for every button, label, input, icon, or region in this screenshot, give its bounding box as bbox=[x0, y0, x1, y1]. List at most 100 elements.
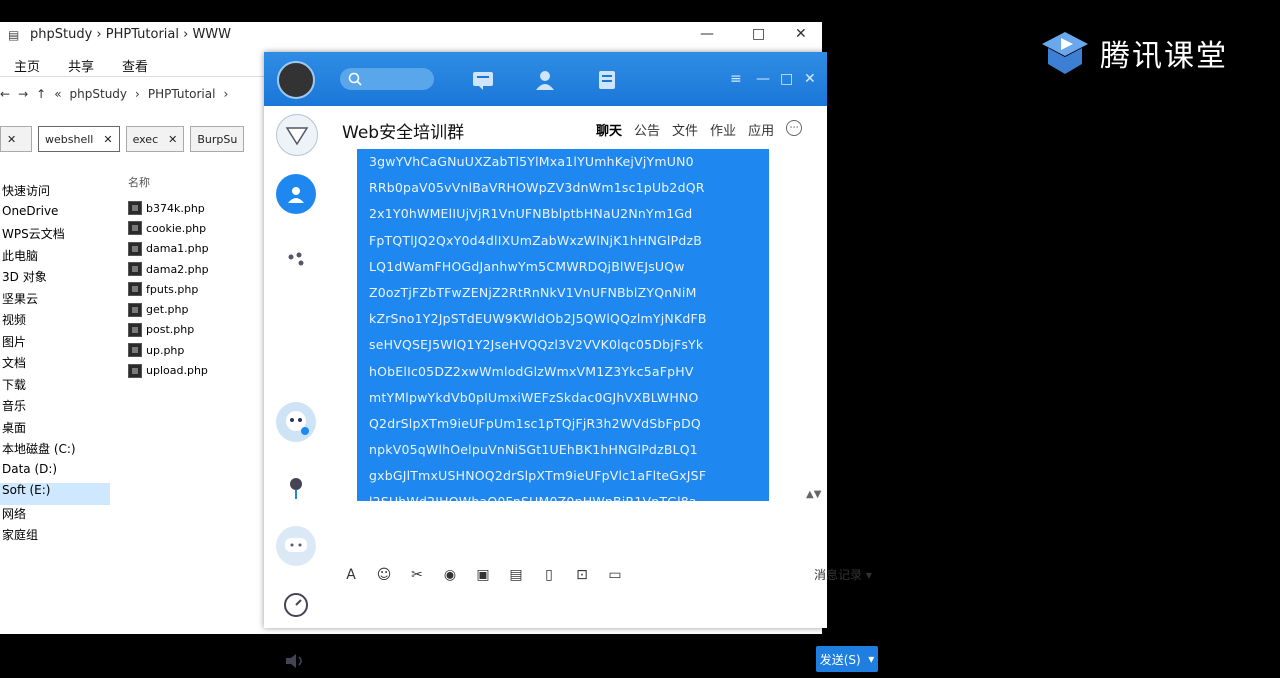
message-line: Q2drSlpXTm9ieUFpUm1sc1pTQjFjR3h2WVdSbFpD… bbox=[369, 415, 701, 431]
tab-partial[interactable]: ✕ bbox=[0, 126, 32, 152]
folder-image-icon[interactable]: ▤ bbox=[507, 566, 525, 584]
nav-item-3d-objects[interactable]: 3D 对象 bbox=[0, 268, 110, 290]
avatar-icon[interactable] bbox=[276, 402, 316, 442]
file-name: b374k.php bbox=[146, 201, 205, 215]
nav-item-downloads[interactable]: 下载 bbox=[0, 376, 110, 398]
message-line: 3gwYVhCaGNuUXZabTl5YlMxa1lYUmhKejVjYmUN0 bbox=[369, 154, 694, 169]
minimize-icon[interactable]: — bbox=[700, 26, 714, 42]
file-item[interactable]: post.php bbox=[128, 320, 268, 340]
scissors-icon[interactable]: ✂ bbox=[408, 566, 426, 584]
history-label: 消息记录 bbox=[814, 568, 863, 582]
contacts-circle-icon[interactable] bbox=[276, 174, 316, 214]
tab-webshell[interactable]: webshell ✕ bbox=[38, 126, 120, 152]
nav-item-quick-access[interactable]: 快速访问 bbox=[0, 182, 110, 204]
address-crumb: « bbox=[54, 87, 62, 101]
tab-exec[interactable]: exec ✕ bbox=[125, 126, 185, 152]
image-icon[interactable]: ▣ bbox=[474, 566, 492, 584]
explorer-titlebar: ▤ phpStudy › PHPTutorial › WWW — □ ✕ bbox=[0, 22, 822, 50]
tab-announcement[interactable]: 公告 bbox=[634, 120, 660, 139]
ribbon-tab-view[interactable]: 查看 bbox=[122, 56, 148, 75]
nav-item-wps-cloud[interactable]: WPS云文档 bbox=[0, 225, 110, 247]
shake-icon[interactable]: ◉ bbox=[441, 566, 459, 584]
chat-bubble-icon[interactable] bbox=[276, 526, 316, 566]
explorer-quick-access-icon[interactable]: ▤ bbox=[8, 28, 19, 42]
scroll-to-bottom-icon[interactable]: ▲▼ bbox=[806, 489, 821, 500]
gallery-icon[interactable]: ▭ bbox=[606, 566, 624, 584]
message-line: npkV05qWlhOelpuVnNiSGt1UEhBK1hHNGlPdzBLQ… bbox=[369, 442, 698, 458]
file-item[interactable]: dama2.php bbox=[128, 259, 268, 279]
message-icon[interactable] bbox=[470, 68, 496, 92]
menu-icon[interactable]: ≡ bbox=[730, 71, 742, 87]
nav-item-drive-c[interactable]: 本地磁盘 (C:) bbox=[0, 440, 110, 462]
message-line: RRb0paV05vVnlBaVRHOWpZV3dnWm1sc1pUb2dQR bbox=[369, 180, 705, 196]
tab-close-icon[interactable]: ✕ bbox=[168, 133, 177, 146]
file-name: up.php bbox=[146, 343, 185, 357]
nav-item-this-pc[interactable]: 此电脑 bbox=[0, 247, 110, 269]
search-input[interactable] bbox=[340, 68, 434, 90]
tab-files[interactable]: 文件 bbox=[672, 120, 698, 139]
close-icon[interactable]: ✕ bbox=[804, 71, 816, 87]
group-badge-icon[interactable] bbox=[276, 114, 318, 156]
message-history-button[interactable]: 消息记录 ▾ bbox=[814, 566, 872, 583]
message-line: Z0ozTjFZbTFwZENjZ2RtRnNkV1VnUFNBblZYQnNi… bbox=[369, 284, 697, 300]
file-item[interactable]: up.php bbox=[128, 340, 268, 360]
tab-homework[interactable]: 作业 bbox=[710, 120, 736, 139]
file-item[interactable]: upload.php bbox=[128, 360, 268, 380]
address-bar[interactable]: ← → ↑ « phpStudy › PHPTutorial › bbox=[0, 82, 270, 106]
nav-item-drive-e[interactable]: Soft (E:) bbox=[0, 483, 110, 505]
send-options-chevron-icon[interactable]: ▾ bbox=[868, 652, 874, 666]
nav-item-music[interactable]: 音乐 bbox=[0, 397, 110, 419]
address-crumb: › bbox=[223, 87, 229, 101]
nav-item-drive-d[interactable]: Data (D:) bbox=[0, 462, 110, 484]
notice-icon[interactable] bbox=[276, 468, 316, 508]
maximize-icon[interactable]: □ bbox=[752, 26, 765, 42]
maximize-icon[interactable]: □ bbox=[780, 71, 793, 87]
contacts-icon[interactable] bbox=[532, 68, 558, 92]
file-item[interactable]: fputs.php bbox=[128, 279, 268, 299]
nav-item-documents[interactable]: 文档 bbox=[0, 354, 110, 376]
address-crumb[interactable]: PHPTutorial bbox=[148, 87, 216, 101]
font-icon[interactable]: A bbox=[342, 566, 360, 584]
address-crumb[interactable]: phpStudy bbox=[70, 87, 128, 101]
nav-item-onedrive[interactable]: OneDrive bbox=[0, 204, 110, 226]
tab-chat[interactable]: 聊天 bbox=[596, 120, 622, 139]
up-arrow-icon[interactable]: ↑ bbox=[36, 87, 46, 101]
file-item[interactable]: get.php bbox=[128, 299, 268, 319]
php-file-icon bbox=[128, 201, 142, 216]
file-item[interactable]: cookie.php bbox=[128, 218, 268, 238]
selected-message-text[interactable]: 3gwYVhCaGNuUXZabTl5YlMxa1lYUmhKejVjYmUN0… bbox=[357, 149, 769, 501]
emoji-icon[interactable]: ☺ bbox=[375, 566, 393, 584]
nav-item-homegroup[interactable]: 家庭组 bbox=[0, 526, 110, 548]
tab-close-icon[interactable]: ✕ bbox=[103, 133, 112, 146]
minimize-icon[interactable]: — bbox=[756, 71, 770, 87]
nav-item-jianguoyun[interactable]: 坚果云 bbox=[0, 290, 110, 312]
ribbon-tab-home[interactable]: 主页 bbox=[14, 56, 40, 75]
tab-apps[interactable]: 应用 bbox=[748, 120, 774, 139]
back-arrow-icon[interactable]: ← bbox=[0, 87, 10, 101]
column-header-name[interactable]: 名称 bbox=[128, 174, 268, 198]
members-icon[interactable] bbox=[276, 240, 316, 280]
screen-share-icon[interactable]: ⊡ bbox=[573, 566, 591, 584]
ribbon-tab-share[interactable]: 共享 bbox=[68, 56, 94, 75]
close-icon[interactable]: ✕ bbox=[795, 26, 807, 42]
forward-arrow-icon[interactable]: → bbox=[18, 87, 28, 101]
send-button[interactable]: 发送(S) ▾ bbox=[816, 646, 878, 672]
nav-item-pictures[interactable]: 图片 bbox=[0, 333, 110, 355]
nav-item-network[interactable]: 网络 bbox=[0, 505, 110, 527]
navigation-pane: 快速访问 OneDrive WPS云文档 此电脑 3D 对象 坚果云 视频 图片… bbox=[0, 182, 110, 548]
apps-icon[interactable] bbox=[594, 68, 620, 92]
more-tabs-icon[interactable]: ⋯ bbox=[786, 120, 803, 136]
file-item[interactable]: dama1.php bbox=[128, 239, 268, 259]
tab-burpsuite[interactable]: BurpSu bbox=[190, 126, 245, 152]
timer-icon[interactable] bbox=[276, 584, 316, 624]
file-item[interactable]: b374k.php bbox=[128, 198, 268, 218]
volume-icon[interactable] bbox=[276, 648, 316, 674]
user-avatar[interactable] bbox=[277, 61, 315, 99]
file-name: fputs.php bbox=[146, 282, 199, 296]
nav-item-videos[interactable]: 视频 bbox=[0, 311, 110, 333]
message-line: hObElIc05DZ2xwWmlodGlzWmxVM1Z3Ykc5aFpHV bbox=[369, 363, 694, 379]
nav-item-desktop[interactable]: 桌面 bbox=[0, 419, 110, 441]
file-icon[interactable]: ▯ bbox=[540, 566, 558, 584]
tab-close-icon[interactable]: ✕ bbox=[7, 133, 16, 146]
file-name: get.php bbox=[146, 303, 189, 317]
